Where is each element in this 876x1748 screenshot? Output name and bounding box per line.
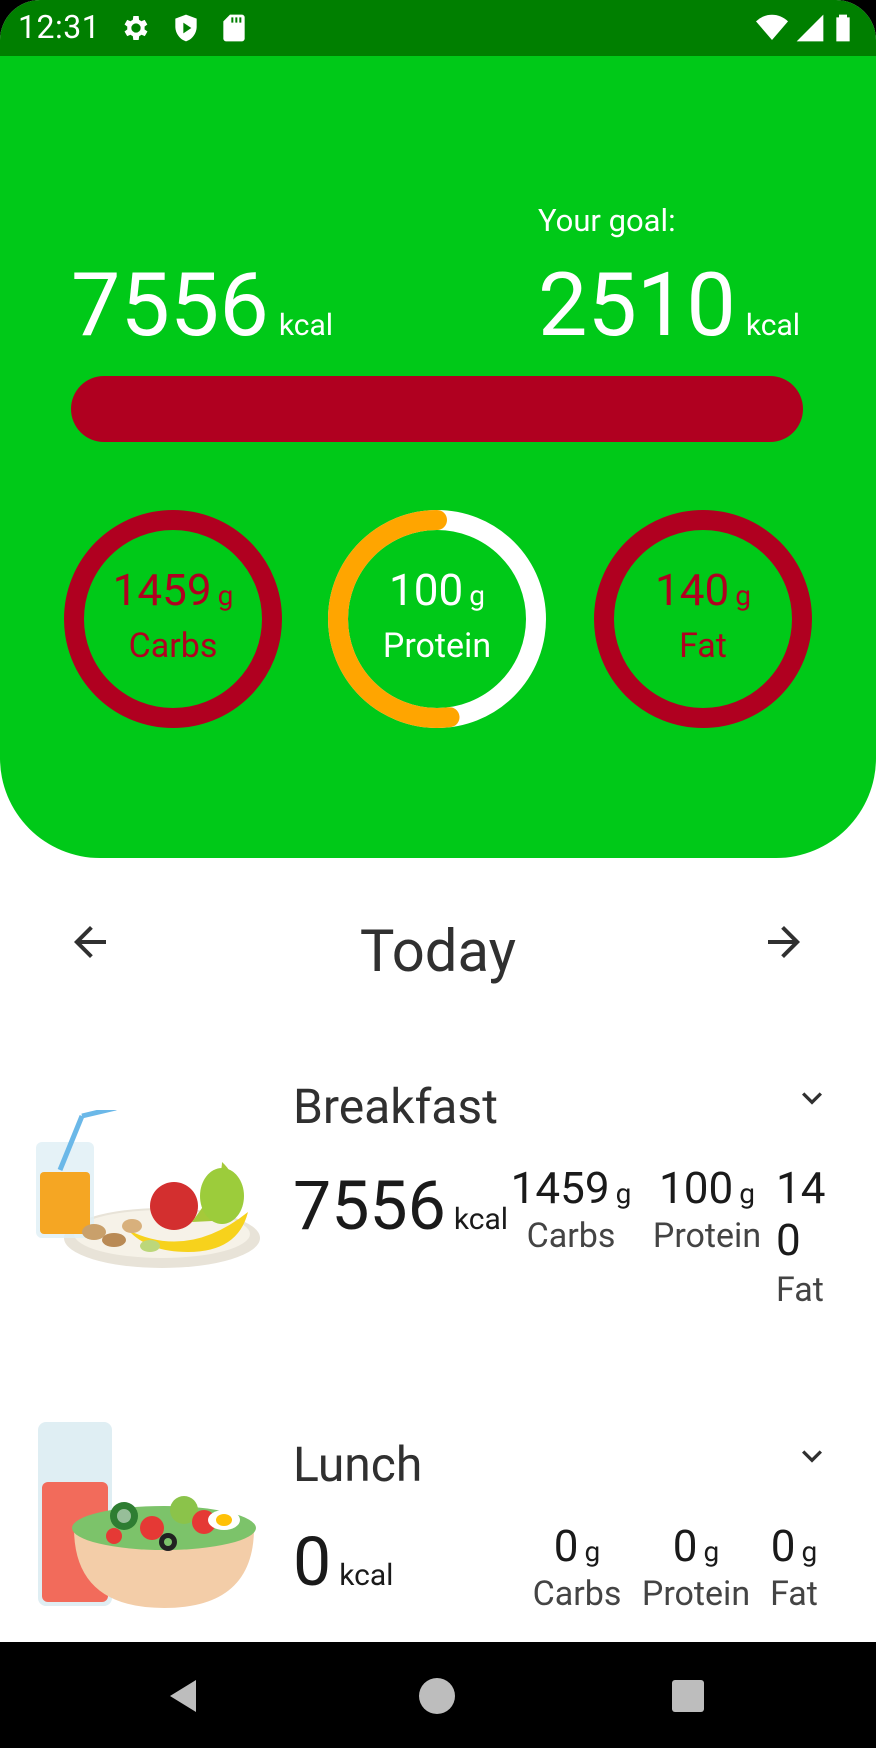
goal-label: Your goal:	[538, 202, 676, 239]
chevron-down-icon[interactable]	[792, 1078, 832, 1118]
goal-unit: kcal	[745, 308, 801, 343]
meal-kcal: 0 kcal	[293, 1522, 394, 1602]
goal-calories: 2510 kcal	[538, 262, 800, 350]
arrow-right-icon[interactable]	[760, 918, 808, 966]
recents-icon[interactable]	[664, 1672, 712, 1720]
breakfast-fruit-plate-image	[32, 1105, 262, 1280]
meal-kcal: 7556 kcal	[293, 1166, 509, 1246]
meal-protein: 100 g Protein	[652, 1162, 762, 1256]
goal-value: 2510	[538, 254, 736, 357]
battery-icon	[834, 12, 858, 44]
protein-label: Protein	[382, 626, 492, 666]
home-icon[interactable]	[413, 1672, 461, 1720]
status-time: 12:31	[18, 8, 101, 46]
carbs-ring: 1459 g Carbs	[60, 506, 286, 732]
meal-name: Lunch	[293, 1436, 423, 1493]
consumed-unit: kcal	[278, 308, 334, 343]
calorie-summary-card: 7556 kcal Your goal: 2510 kcal 1459 g Carbs…	[0, 56, 876, 858]
protein-value: 100 g	[389, 564, 485, 616]
fat-value: 140 g	[655, 564, 751, 616]
sd-card-icon	[218, 12, 250, 44]
meal-fat: 14 0 Fat	[776, 1162, 826, 1310]
fat-ring: 140 g Fat	[590, 506, 816, 732]
status-bar: 12:31	[0, 0, 876, 56]
settings-icon	[120, 12, 152, 44]
signal-icon	[794, 12, 826, 44]
consumed-value: 7556	[71, 254, 269, 357]
lunch-salad-bowl-image	[34, 1418, 264, 1608]
wifi-icon	[756, 12, 788, 44]
consumed-calories: 7556 kcal	[71, 262, 333, 350]
meal-carbs: 1459 g Carbs	[510, 1162, 632, 1256]
system-navigation-bar	[0, 1642, 876, 1748]
chevron-down-icon[interactable]	[792, 1436, 832, 1476]
carbs-value: 1459 g	[112, 564, 234, 616]
fat-label: Fat	[679, 626, 727, 666]
meal-fat: 0g Fat	[770, 1520, 818, 1614]
app-screen: 12:31 7556 kcal Your goal: 2510 kcal 145…	[0, 0, 876, 1642]
shield-play-icon	[170, 12, 202, 44]
back-icon[interactable]	[160, 1672, 208, 1720]
meal-carbs: 0g Carbs	[532, 1520, 622, 1614]
meal-protein: 0g Protein	[641, 1520, 751, 1614]
meal-name: Breakfast	[293, 1078, 498, 1135]
calorie-progress-bar	[71, 376, 803, 442]
day-title: Today	[359, 918, 517, 986]
protein-ring: 100 g Protein	[324, 506, 550, 732]
carbs-label: Carbs	[128, 626, 218, 666]
